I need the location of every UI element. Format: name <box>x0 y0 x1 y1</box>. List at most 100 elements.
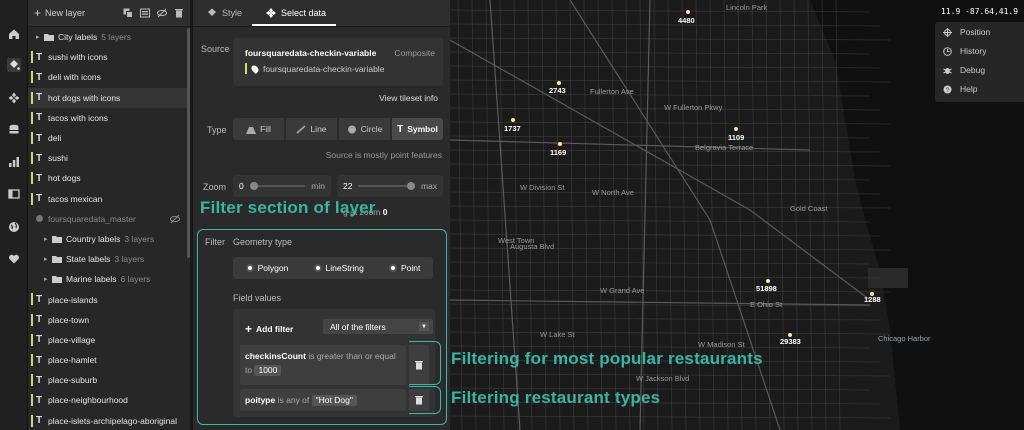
map-label: W Grand Ave <box>600 286 645 295</box>
select-data-icon <box>266 8 277 18</box>
layer-row-selected[interactable]: Thot dogs with icons <box>28 87 190 108</box>
layer-row[interactable]: Tdeli <box>28 128 190 148</box>
geometry-type-label: Geometry type <box>233 237 293 247</box>
layer-row[interactable]: Tdeli with icons <box>28 67 190 87</box>
chart-icon[interactable] <box>7 155 21 169</box>
type-option-label: Circle <box>360 124 383 134</box>
help-tool[interactable]: ? Help <box>943 84 977 94</box>
zoom-min-slider[interactable]: 0 min <box>233 175 331 197</box>
tab-style[interactable]: Style <box>193 8 252 26</box>
source-layer-item[interactable]: foursquaredata-checkin-variable <box>245 63 384 74</box>
poi-marker[interactable] <box>557 81 561 85</box>
symbol-layer-icon: T <box>36 193 43 205</box>
zoom-max-handle[interactable] <box>406 182 415 190</box>
poi-marker[interactable] <box>734 127 738 131</box>
filter-value[interactable]: "Hot Dog" <box>311 395 357 406</box>
duplicate-layer-icon[interactable] <box>123 8 133 18</box>
layer-row[interactable]: Tplace-suburb <box>28 370 190 390</box>
layer-row[interactable]: Tplace-islands <box>28 289 190 309</box>
type-option-label: Line <box>310 124 327 134</box>
layer-row[interactable]: Ttacos mexican <box>28 189 190 209</box>
database-icon[interactable] <box>7 123 21 137</box>
radio-icon <box>389 264 397 272</box>
source-selector[interactable]: foursquaredata-checkin-variable Composit… <box>233 38 443 86</box>
add-filter-button[interactable]: + Add filter <box>245 322 293 336</box>
history-tool[interactable]: History <box>943 46 986 56</box>
type-line-button[interactable]: Line <box>286 118 337 140</box>
new-layer-button[interactable]: + New layer <box>34 7 85 19</box>
history-icon <box>943 46 952 56</box>
zoom-min-handle[interactable] <box>249 182 258 190</box>
view-tileset-info-link[interactable]: View tileset info <box>379 93 438 103</box>
layer-row[interactable]: Tplace-village <box>28 330 190 350</box>
layer-label: Country labels <box>66 233 121 244</box>
geometry-polygon-toggle[interactable]: Polygon <box>245 263 288 273</box>
filter-condition-poitype[interactable]: poitype is any of "Hot Dog" <box>240 389 406 411</box>
poi-marker[interactable] <box>766 279 770 283</box>
layer-list-scrollbar[interactable] <box>187 28 190 258</box>
zoom-min-value: 0 <box>239 181 244 191</box>
tab-label: Style <box>222 8 243 18</box>
filter-value[interactable]: 1000 <box>254 365 282 376</box>
chevron-right-icon[interactable]: ▸ <box>44 255 52 263</box>
chevron-right-icon[interactable]: ▸ <box>44 275 52 283</box>
map-label: Fullerton Ave <box>590 87 634 96</box>
layer-row[interactable]: Ttacos with icons <box>28 108 190 128</box>
layer-color-marker <box>31 313 33 326</box>
filter-match-select[interactable]: All of the filters ▼ <box>323 319 433 334</box>
symbol-layer-icon: T <box>36 172 43 184</box>
zoom-min-unit: min <box>311 181 325 191</box>
home-icon[interactable] <box>7 27 21 41</box>
layer-group-state-labels[interactable]: ▸ State labels 3 layers <box>28 249 190 269</box>
layers-panel-icon[interactable] <box>7 187 21 201</box>
heart-icon[interactable] <box>7 252 21 266</box>
layer-label: place-town <box>48 314 90 325</box>
type-fill-button[interactable]: Fill <box>233 118 284 140</box>
layer-group-marine-labels[interactable]: ▸ Marine labels 6 layers <box>28 269 190 289</box>
layer-count: 5 layers <box>101 32 131 43</box>
map-label: Belgravia Terrace <box>695 143 754 152</box>
poi-marker[interactable] <box>511 118 515 122</box>
chevron-right-icon[interactable]: ▸ <box>44 235 52 243</box>
geometry-point-toggle[interactable]: Point <box>389 263 420 273</box>
poi-marker[interactable] <box>558 142 562 146</box>
layer-row[interactable]: Tplace-islets-archipelago-aboriginal <box>28 411 190 430</box>
debug-tool[interactable]: Debug <box>943 65 985 75</box>
type-circle-button[interactable]: Circle <box>339 118 390 140</box>
trash-icon[interactable] <box>174 8 184 18</box>
layer-row[interactable]: Tsushi with icons <box>28 47 190 67</box>
map-label: W Fullerton Pkwy <box>664 103 723 112</box>
poi-marker[interactable] <box>686 10 690 14</box>
hidden-eye-icon[interactable] <box>170 214 180 224</box>
geometry-linestring-toggle[interactable]: LineString <box>313 263 364 273</box>
globe-icon[interactable] <box>7 220 21 234</box>
group-layers-icon[interactable] <box>140 8 150 18</box>
type-selector: Fill Line Circle T Symbol <box>233 118 443 140</box>
position-tool[interactable]: Position <box>943 27 990 37</box>
layer-label: place-suburb <box>48 375 98 386</box>
tab-select-data[interactable]: Select data <box>252 8 337 26</box>
map-tools-panel: Position History Debug ? Help <box>935 22 1024 102</box>
style-bucket-icon[interactable] <box>7 58 21 72</box>
layer-label: deli <box>48 133 62 144</box>
toggle-visibility-icon[interactable] <box>157 8 167 18</box>
components-icon[interactable] <box>7 91 21 105</box>
zoom-max-slider[interactable]: 22 max <box>337 175 443 197</box>
filter-condition-checkins[interactable]: checkinsCount is greater than or equal t… <box>240 345 406 385</box>
chevron-right-icon[interactable]: ▸ <box>36 33 44 41</box>
help-icon: ? <box>943 85 952 93</box>
layer-color-marker <box>31 354 33 366</box>
layer-row[interactable]: Tplace-neighbourhood <box>28 390 190 410</box>
layer-row[interactable]: Thot dogs <box>28 168 190 188</box>
tool-label: Help <box>960 84 978 94</box>
geometry-option-label: LineString <box>325 263 364 273</box>
checkin-count: 1288 <box>864 295 881 304</box>
layer-row[interactable]: Tsushi <box>28 148 190 168</box>
layer-group-country-labels[interactable]: ▸ Country labels 3 layers <box>28 229 190 249</box>
layer-row[interactable]: Tplace-town <box>28 310 190 330</box>
layer-group-city-labels[interactable]: ▸ City labels 5 layers <box>28 27 190 47</box>
source-layer-name: foursquaredata-checkin-variable <box>263 63 385 74</box>
type-symbol-button[interactable]: T Symbol <box>392 118 443 140</box>
layer-row-hidden[interactable]: foursquaredata_master <box>28 209 190 229</box>
layer-row[interactable]: Tplace-hamlet <box>28 350 190 370</box>
